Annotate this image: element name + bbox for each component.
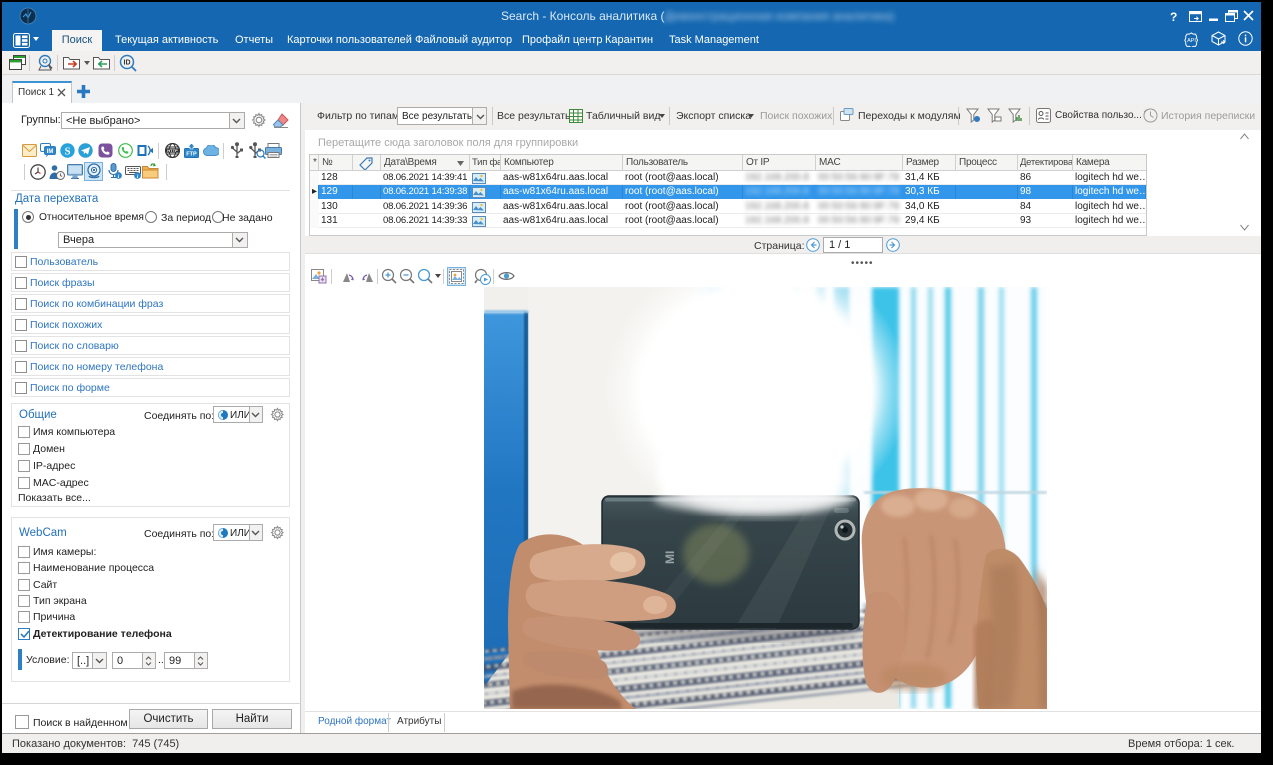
- svg-text:IM: IM: [47, 149, 54, 155]
- svg-text:S: S: [65, 147, 71, 158]
- svg-text:HTTP: HTTP: [167, 148, 178, 153]
- svg-text:API: API: [1187, 38, 1196, 44]
- svg-text:MI: MI: [663, 551, 677, 564]
- svg-text:FTP: FTP: [186, 152, 197, 158]
- svg-text:ID: ID: [124, 60, 131, 67]
